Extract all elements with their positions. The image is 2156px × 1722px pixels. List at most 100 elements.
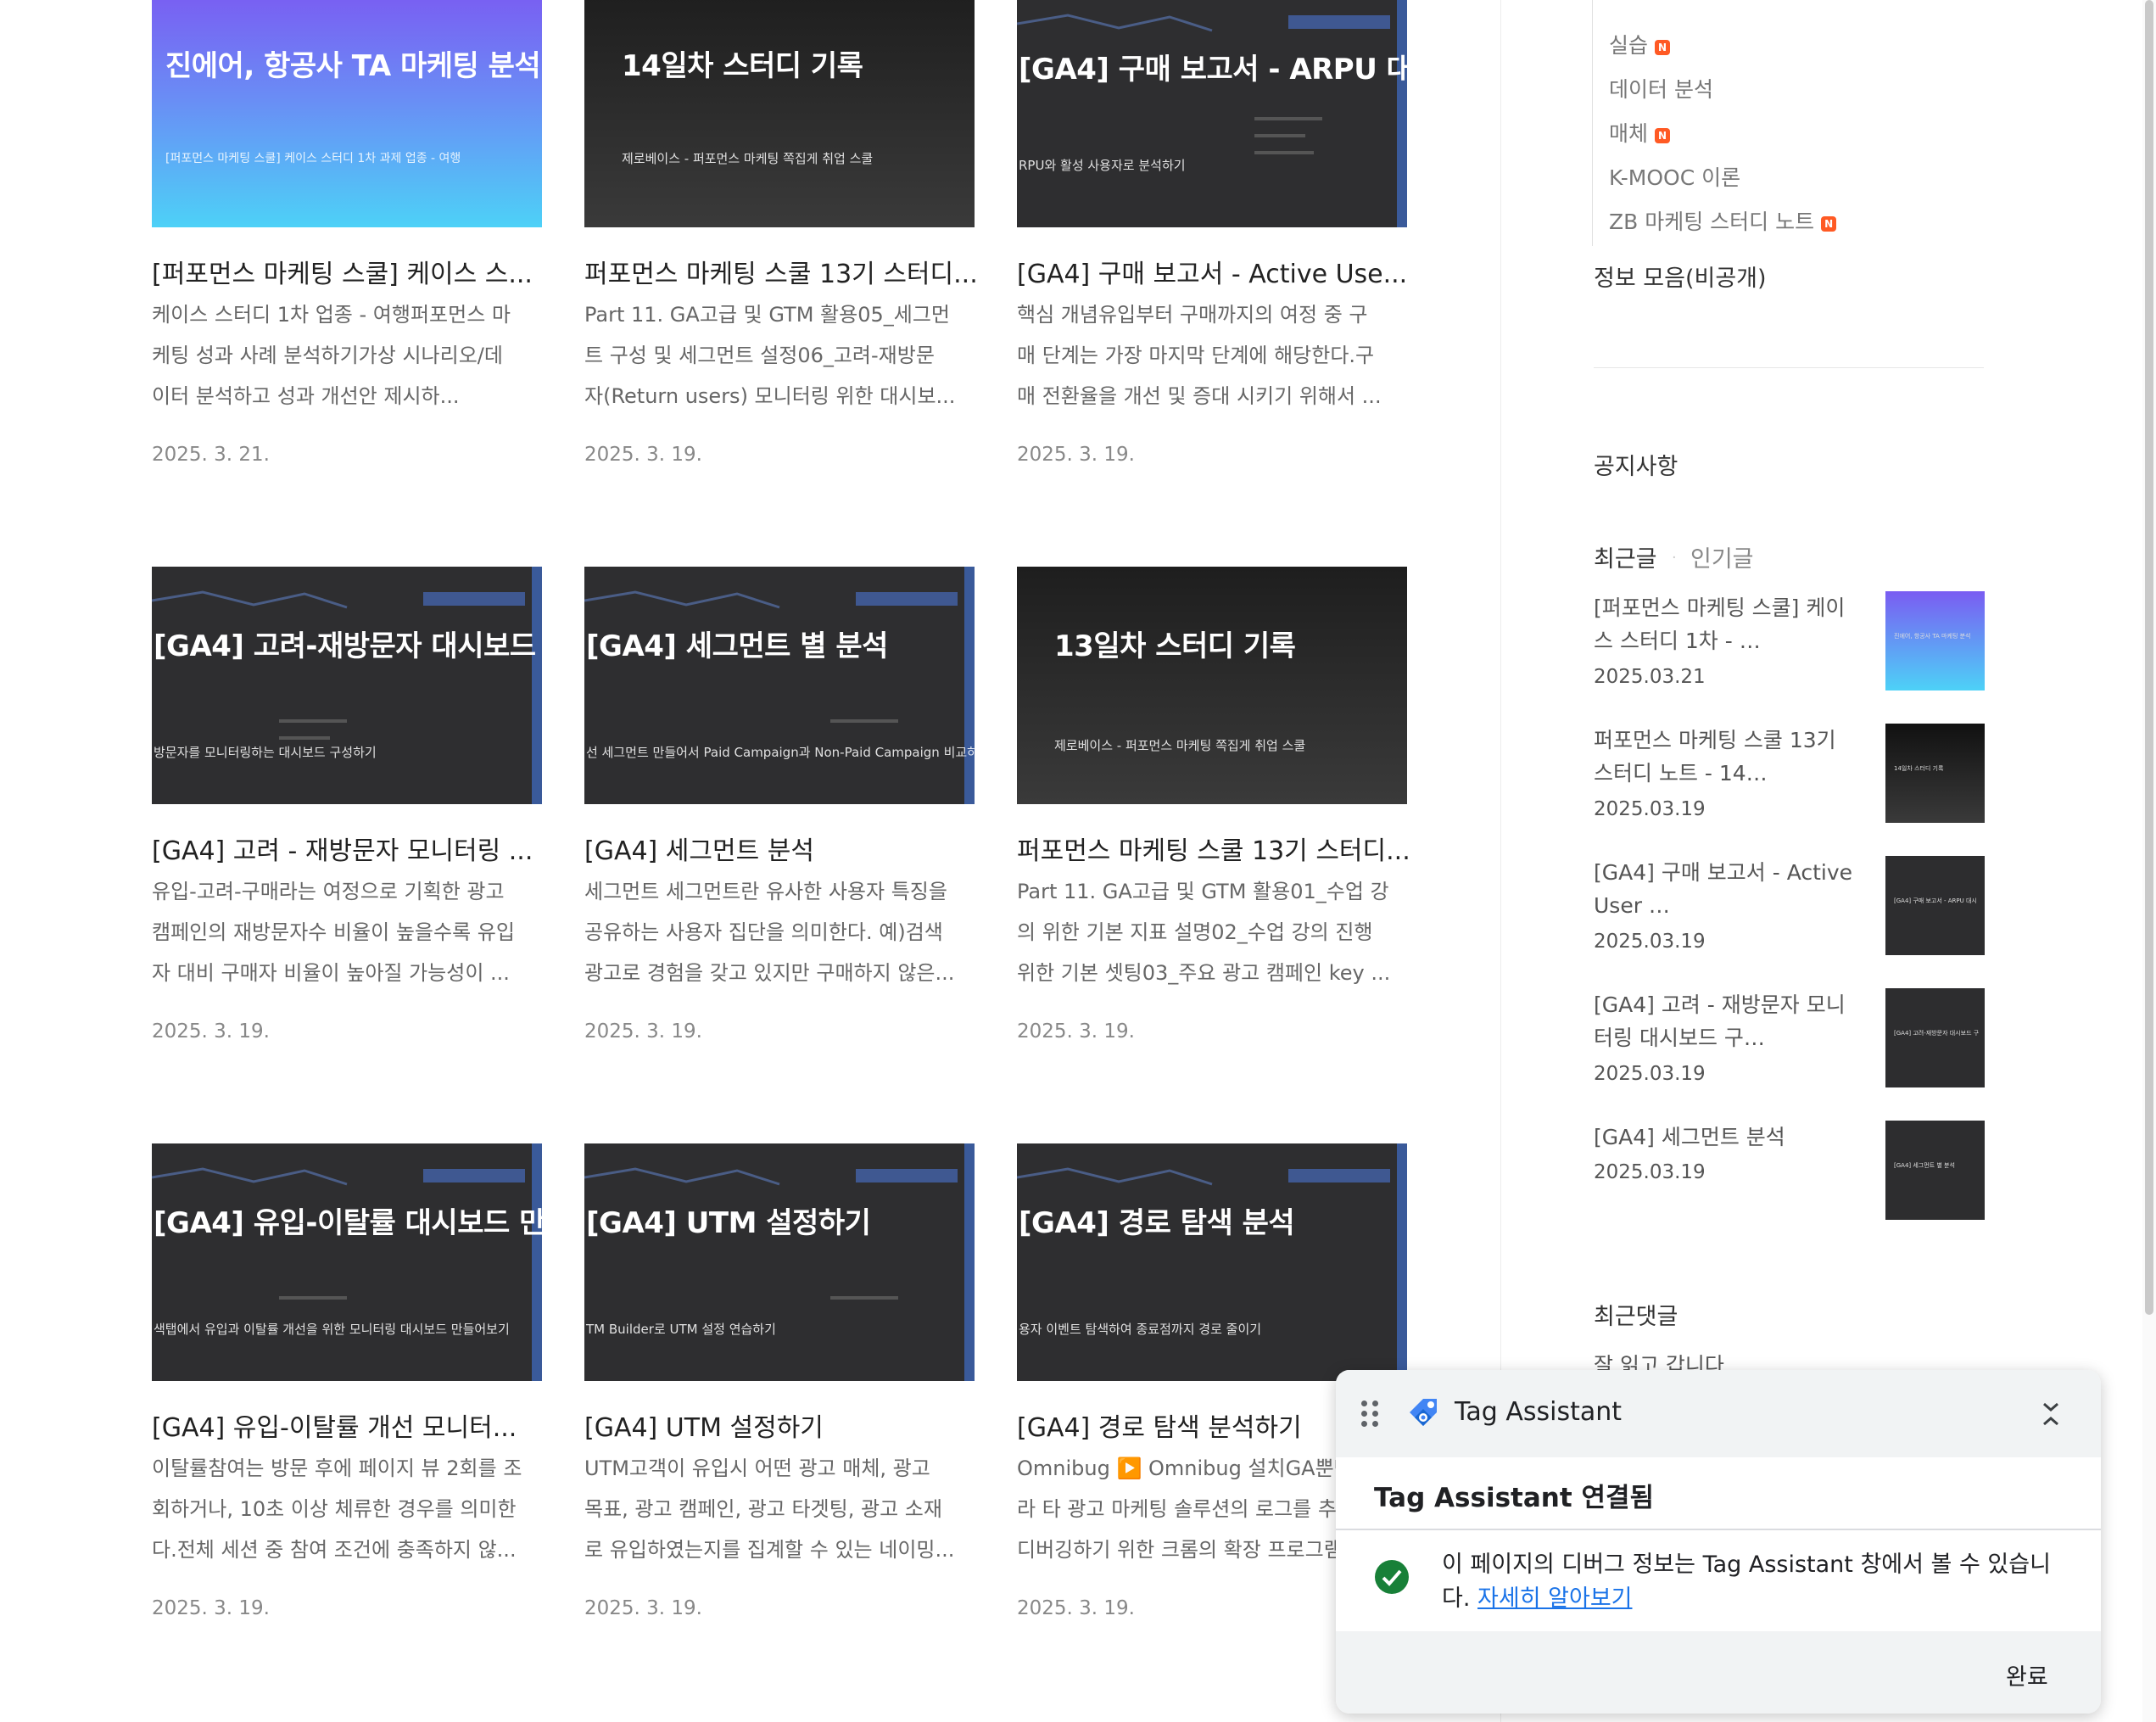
post-excerpt: 핵심 개념유입부터 구매까지의 여정 중 구 매 단계는 가장 마지막 단계에 … xyxy=(1017,294,1403,417)
recent-post-thumbnail: [GA4] 구매 보고서 - ARPU 대시 xyxy=(1885,856,1985,955)
category-info-collection[interactable]: 정보 모음(비공개) xyxy=(1594,260,1767,293)
post-title[interactable]: [GA4] UTM 설정하기 xyxy=(584,1406,983,1444)
category-label: 매체 xyxy=(1609,121,1649,146)
post-thumbnail[interactable]: 13일차 스터디 기록 제로베이스 - 퍼포먼스 마케팅 쪽집게 취업 스쿨 xyxy=(1017,567,1407,804)
excerpt-line: 핵심 개념유입부터 구매까지의 여정 중 구 xyxy=(1017,303,1368,327)
post-thumbnail[interactable]: 14일차 스터디 기록 제로베이스 - 퍼포먼스 마케팅 쪽집게 취업 스쿨 xyxy=(584,0,975,227)
post-title[interactable]: [GA4] 고려 - 재방문자 모니터링 ... xyxy=(152,830,550,867)
thumbnail-subtitle: 제로베이스 - 퍼포먼스 마케팅 쪽집게 취업 스쿨 xyxy=(622,151,874,166)
dashboard-chart-icon xyxy=(584,567,975,804)
tab-popular-posts[interactable]: 인기글 xyxy=(1690,540,1754,573)
collapse-icon[interactable] xyxy=(2038,1397,2064,1431)
tag-assistant-logo-icon xyxy=(1410,1399,1437,1426)
tag-assistant-divider xyxy=(1336,1529,2101,1530)
notice-heading[interactable]: 공지사항 xyxy=(1594,448,1678,481)
post-thumbnail[interactable]: [GA4] UTM 설정하기 TM Builder로 UTM 설정 연습하기 xyxy=(584,1143,975,1381)
new-badge: N xyxy=(1655,128,1671,143)
post-date: 2025. 3. 19. xyxy=(152,1597,270,1619)
recent-post-date: 2025.03.19 xyxy=(1594,798,1706,820)
excerpt-line: 다.전체 세션 중 참여 조건에 충족하지 않... xyxy=(152,1538,517,1562)
tag-assistant-footer xyxy=(1336,1631,2101,1714)
done-button[interactable]: 완료 xyxy=(2006,1658,2048,1691)
tab-separator: · xyxy=(1672,549,1677,567)
thumbnail-title: 13일차 스터디 기록 xyxy=(1054,629,1296,663)
post-thumbnail[interactable]: [GA4] 유입-이탈률 대시보드 만들 색탭에서 유입과 이탈률 개선을 위한… xyxy=(152,1143,542,1381)
category-item-media[interactable]: 매체 N xyxy=(1609,117,1671,148)
recent-post-thumbnail: 진에어, 항공사 TA 마케팅 분석 xyxy=(1885,591,1985,690)
post-thumbnail[interactable]: [GA4] 구매 보고서 - ARPU 대시 RPU와 활성 사용자로 분석하기 xyxy=(1017,0,1407,227)
tag-assistant-header: Tag Assistant xyxy=(1336,1370,2101,1457)
category-label: K-MOOC 이론 xyxy=(1609,165,1741,190)
thumbnail-title: 14일차 스터디 기록 xyxy=(622,49,863,83)
check-circle-icon xyxy=(1375,1560,1409,1594)
excerpt-line: 회하거나, 10초 이상 체류한 경우를 의미한 xyxy=(152,1497,517,1521)
recent-post-item[interactable]: [GA4] 구매 보고서 - Active User … 2025.03.19 … xyxy=(1594,856,1985,958)
category-item-data-analysis[interactable]: 데이터 분석 xyxy=(1609,73,1713,103)
post-title[interactable]: [GA4] 유입-이탈률 개선 모니터... xyxy=(152,1406,550,1444)
recent-post-item[interactable]: [퍼포먼스 마케팅 스쿨] 케이스 스터디 1차 - … 2025.03.21 … xyxy=(1594,591,1985,693)
thumbnail-mini-text: [GA4] 세그먼트 별 분석 xyxy=(1894,1162,1955,1169)
recent-post-item[interactable]: 퍼포먼스 마케팅 스쿨 13기 스터디 노트 - 14… 2025.03.19 … xyxy=(1594,724,1985,825)
post-title[interactable]: [퍼포먼스 마케팅 스쿨] 케이스 스... xyxy=(152,253,550,290)
excerpt-line: 공유하는 사용자 집단을 의미한다. 예)검색 xyxy=(584,920,943,944)
recent-post-thumbnail: [GA4] 세그먼트 별 분석 xyxy=(1885,1121,1985,1220)
post-date: 2025. 3. 19. xyxy=(584,1597,702,1619)
category-label: 데이터 분석 xyxy=(1609,77,1713,102)
post-title[interactable]: 퍼포먼스 마케팅 스쿨 13기 스터디... xyxy=(1017,830,1416,867)
category-label: ZB 마케팅 스터디 노트 xyxy=(1609,210,1815,234)
post-thumbnail[interactable]: 진에어, 항공사 TA 마케팅 분석 [퍼포먼스 마케팅 스쿨] 케이스 스터디… xyxy=(152,0,542,227)
recent-post-title: [GA4] 구매 보고서 - Active User … xyxy=(1594,860,1853,918)
recent-post-date: 2025.03.19 xyxy=(1594,1161,1706,1183)
excerpt-line: UTM고객이 유입시 어떤 광고 매체, 광고 xyxy=(584,1456,930,1480)
page-scrollbar-thumb[interactable] xyxy=(2145,0,2153,1315)
excerpt-line: 이터 분석하고 성과 개선안 제시하... xyxy=(152,384,460,408)
dashboard-chart-icon xyxy=(152,567,542,804)
excerpt-line: 캠페인의 재방문자수 비율이 높을수록 유입 xyxy=(152,920,515,944)
learn-more-link[interactable]: 자세히 알아보기 xyxy=(1477,1585,1632,1612)
post-date: 2025. 3. 21. xyxy=(152,444,270,466)
post-date: 2025. 3. 19. xyxy=(584,444,702,466)
recent-post-date: 2025.03.19 xyxy=(1594,931,1706,953)
recent-post-date: 2025.03.19 xyxy=(1594,1063,1706,1085)
dashboard-chart-icon xyxy=(584,1143,975,1381)
category-item-zb-study[interactable]: ZB 마케팅 스터디 노트 N xyxy=(1609,205,1837,236)
recent-post-thumbnail: 14일차 스터디 기록 xyxy=(1885,724,1985,823)
excerpt-line: 유입-고려-구매라는 여정으로 기획한 광고 xyxy=(152,880,505,903)
tab-recent-posts[interactable]: 최근글 xyxy=(1594,540,1657,573)
excerpt-line: 이탈률참여는 방문 후에 페이지 뷰 2회를 조 xyxy=(152,1456,522,1480)
tag-assistant-title: Tag Assistant xyxy=(1455,1397,1622,1427)
post-title[interactable]: 퍼포먼스 마케팅 스쿨 13기 스터디... xyxy=(584,253,983,290)
excerpt-line: 목표, 광고 캠페인, 광고 타겟팅, 광고 소재 xyxy=(584,1497,942,1521)
excerpt-line: 세그먼트 세그먼트란 유사한 사용자 특징을 xyxy=(584,880,947,903)
excerpt-line: 로 유입하였는지를 집계할 수 있는 네이밍... xyxy=(584,1538,955,1562)
recent-post-item[interactable]: [GA4] 세그먼트 분석 2025.03.19 [GA4] 세그먼트 별 분석 xyxy=(1594,1121,1985,1222)
post-date: 2025. 3. 19. xyxy=(1017,1597,1135,1619)
thumbnail-title: [GA4] 고려-재방문자 대시보드 구 xyxy=(154,629,542,663)
post-thumbnail[interactable]: [GA4] 고려-재방문자 대시보드 구 방문자를 모니터링하는 대시보드 구성… xyxy=(152,567,542,804)
excerpt-line: 자(Return users) 모니터링 위한 대시보... xyxy=(584,384,956,408)
recent-post-thumbnail: [GA4] 고려-재방문자 대시보드 구 xyxy=(1885,988,1985,1087)
recent-post-item[interactable]: [GA4] 고려 - 재방문자 모니터링 대시보드 구… 2025.03.19 … xyxy=(1594,988,1985,1090)
post-title[interactable]: [GA4] 구매 보고서 - Active Use... xyxy=(1017,253,1416,290)
thumbnail-subtitle: 색탭에서 유입과 이탈률 개선을 위한 모니터링 대시보드 만들어보기 xyxy=(154,1322,510,1337)
category-item-kmooc[interactable]: K-MOOC 이론 xyxy=(1609,161,1740,192)
post-excerpt: Part 11. GA고급 및 GTM 활용05_세그먼 트 구성 및 세그먼트… xyxy=(584,294,970,417)
thumbnail-subtitle: 선 세그먼트 만들어서 Paid Campaign과 Non-Paid Camp… xyxy=(586,745,975,760)
thumbnail-subtitle: TM Builder로 UTM 설정 연습하기 xyxy=(586,1322,776,1337)
excerpt-line: 케이스 스터디 1차 업종 - 여행퍼포먼스 마 xyxy=(152,303,511,327)
dashboard-chart-icon xyxy=(1017,0,1407,227)
post-thumbnail[interactable]: [GA4] 세그먼트 별 분석 선 세그먼트 만들어서 Paid Campaig… xyxy=(584,567,975,804)
drag-handle-icon[interactable] xyxy=(1361,1401,1380,1428)
thumbnail-title: [GA4] 세그먼트 별 분석 xyxy=(586,629,888,663)
category-tree-line xyxy=(1592,0,1593,246)
category-item-practice[interactable]: 실습 N xyxy=(1609,29,1671,59)
category-label: 실습 xyxy=(1609,33,1649,58)
post-excerpt: 세그먼트 세그먼트란 유사한 사용자 특징을 공유하는 사용자 집단을 의미한다… xyxy=(584,871,970,993)
post-date: 2025. 3. 19. xyxy=(584,1020,702,1043)
post-title[interactable]: [GA4] 세그먼트 분석 xyxy=(584,830,983,867)
excerpt-line: 트 구성 및 세그먼트 설정06_고려-재방문 xyxy=(584,344,935,367)
post-thumbnail[interactable]: [GA4] 경로 탐색 분석 용자 이벤트 탐색하여 종료점까지 경로 줄이기 xyxy=(1017,1143,1407,1381)
thumbnail-mini-text: [GA4] 구매 보고서 - ARPU 대시 xyxy=(1894,897,1977,904)
post-excerpt: Part 11. GA고급 및 GTM 활용01_수업 강 의 위한 기본 지표… xyxy=(1017,871,1403,993)
thumbnail-title: [GA4] 경로 탐색 분석 xyxy=(1019,1206,1295,1240)
